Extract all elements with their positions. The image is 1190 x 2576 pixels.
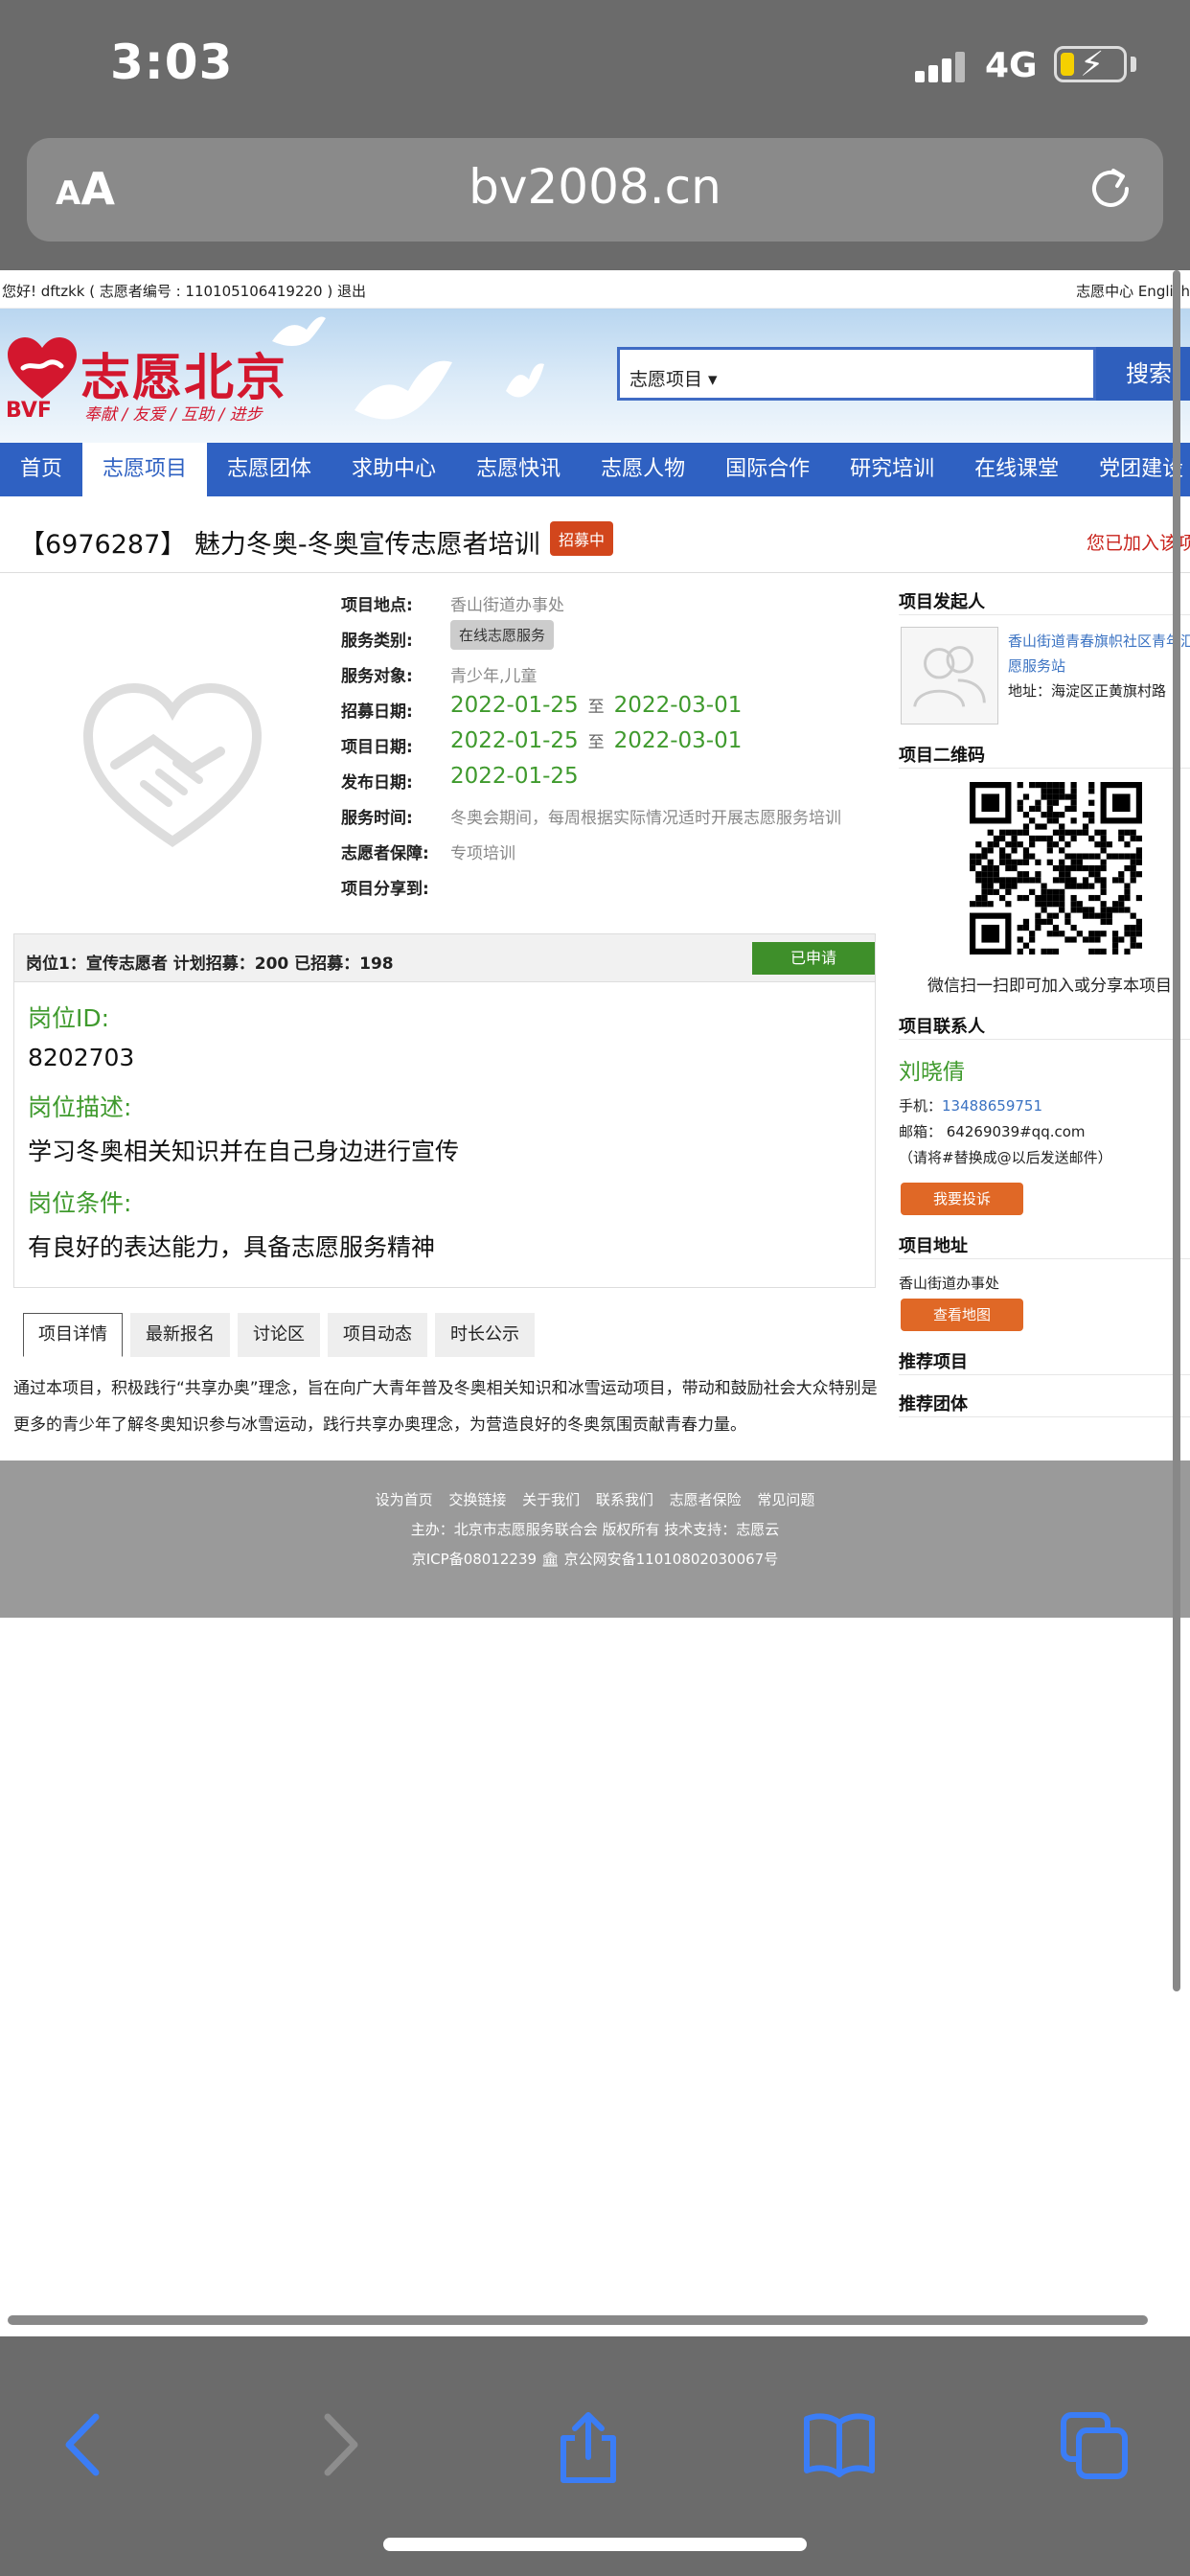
avatar [901,627,998,724]
footer-host: 主办：北京市志愿服务联合会 版权所有 技术支持：志愿云 [410,1521,780,1538]
nav-item-research[interactable]: 研究培训 [830,443,954,496]
nav-item-international[interactable]: 国际合作 [705,443,830,496]
position-id-label: 岗位ID: [28,1004,110,1032]
dove-icon [506,363,544,398]
project-description: 通过本项目，积极践行“共享办奥”理念，旨在向广大青年普及冬奥相关知识和冰雪运动项… [13,1379,878,1435]
dove-icon [272,316,326,346]
nav-item-news[interactable]: 志愿快讯 [456,443,581,496]
footer-icp: 京ICP备08012239 🏛 京公网安备11010802030067号 [411,1551,779,1568]
applied-button[interactable]: 已申请 [752,942,875,975]
tab-discussion[interactable]: 讨论区 [238,1313,320,1357]
site-logo-abbr: BVF [6,399,52,423]
status-badge: 招募中 [550,521,614,556]
position-card: 岗位1：宣传志愿者 计划招募：200 已招募：198 已申请 岗位ID: 820… [13,933,876,1288]
nav-item-help[interactable]: 求助中心 [332,443,456,496]
position-header: 岗位1：宣传志愿者 计划招募：200 已招募：198 已申请 [14,934,875,982]
recruit-dates: 2022-01-25 至 2022-03-01 [450,693,743,718]
project-info: 项目地点: 香山街道办事处 服务类别: 在线志愿服务 服务对象: 青少年,儿童 招募日… [341,583,878,902]
contact-email: 邮箱： 64269039#qq.com [899,1123,1086,1140]
email-note: （请将#替换成@以后发送邮件） [899,1149,1112,1166]
project-title-bar: 【6976287】 魅力冬奥-冬奥宣传志愿者培训 招募中 您已加入该项目 [0,506,1190,573]
tab-hours[interactable]: 时长公示 [435,1313,535,1357]
address-bar[interactable]: AA bv2008.cn [27,138,1163,242]
project-tabs: 项目详情 最新报名 讨论区 项目动态 时长公示 [23,1313,542,1357]
tab-updates[interactable]: 项目动态 [328,1313,427,1357]
url-domain[interactable]: bv2008.cn [27,159,1163,215]
forward-icon[interactable] [316,2411,364,2478]
handshake-heart-icon [82,682,263,848]
view-map-button[interactable]: 查看地图 [901,1299,1023,1331]
nav-item-online-class[interactable]: 在线课堂 [954,443,1079,496]
qr-note: 微信扫一扫即可加入或分享本项目 [927,977,1172,996]
share-label: 项目分享到: [341,880,429,899]
search-input[interactable]: 志愿项目 ▾ [617,347,1096,401]
category-tag: 在线志愿服务 [450,620,555,650]
position-req: 有良好的表达能力，具备志愿服务精神 [28,1233,436,1261]
home-indicator [383,2538,807,2551]
heart-logo-icon [8,337,77,399]
battery-tip [1131,57,1136,72]
nav-item-groups[interactable]: 志愿团体 [207,443,332,496]
volunteer-guarantee: 专项培训 [450,844,515,863]
recommend-projects-title: 推荐项目 [899,1343,1190,1375]
project-dates: 2022-01-25 至 2022-03-01 [450,728,743,753]
qr-title: 项目二维码 [899,736,1190,769]
nav-item-home[interactable]: 首页 [0,443,82,496]
contact-phone: 手机：13488659751 [899,1097,1042,1115]
sidebar: 项目发起人 香山街道青春旗帜社区青年汇志愿服务站 地址：海淀区正黄旗村路 项目二… [899,583,1190,1417]
network-type: 4G [985,46,1038,85]
tab-latest-signup[interactable]: 最新报名 [130,1313,230,1357]
org-name-link[interactable]: 香山街道青春旗帜社区青年汇志愿服务站 [1008,629,1190,678]
tabs-icon[interactable] [1060,2411,1129,2480]
contact-title: 项目联系人 [899,1007,1190,1040]
site-footer: 设为首页 交换链接 关于我们 联系我们 志愿者保险 常见问题 主办：北京市志愿服… [0,1460,1190,1618]
search-category-select[interactable]: 志愿项目 ▾ [629,365,718,391]
site-header: 志愿北京 BVF 奉献 / 友爱 / 互助 / 进步 志愿项目 ▾ 搜索 [0,309,1190,443]
screen: 3:03 4G ⚡ AA bv2008.cn 您好! dftzkk ( 志愿者编… [0,0,1190,2576]
nav-item-people[interactable]: 志愿人物 [581,443,705,496]
nav-item-projects[interactable]: 志愿项目 [82,443,208,496]
share-icon[interactable] [558,2411,619,2484]
org-address: 地址：海淀区正黄旗村路 [1008,682,1167,700]
battery-icon: ⚡ [1054,45,1127,84]
position-id: 8202703 [28,1044,135,1071]
main-nav: 首页 志愿项目 志愿团体 求助中心 志愿快讯 志愿人物 国际合作 研究培训 在线课堂 党团建设 [0,443,1190,496]
signal-icon [915,50,965,82]
footer-links[interactable]: 设为首页 交换链接 关于我们 联系我们 志愿者保险 常见问题 [0,1489,1190,1509]
clock: 3:03 [110,34,234,90]
bookmarks-icon[interactable] [803,2411,876,2478]
site-slogan: 奉献 / 友爱 / 互助 / 进步 [84,405,263,425]
horizontal-scrollbar[interactable] [8,2315,1148,2325]
project-location: 香山街道办事处 [450,596,564,615]
vertical-scrollbar[interactable] [1173,270,1180,1991]
qr-code-icon [970,782,1142,954]
complain-button[interactable]: 我要投诉 [901,1183,1023,1215]
contact-name: 刘晓倩 [899,1060,965,1085]
publish-date: 2022-01-25 [450,764,579,789]
position-desc-label: 岗位描述: [28,1093,132,1121]
blank-area [0,1618,1190,2336]
initiator-title: 项目发起人 [899,583,1190,615]
web-content: 您好! dftzkk ( 志愿者编号 : 110105106419220 ) 退… [0,270,1190,1618]
position-req-label: 岗位条件: [28,1189,132,1217]
site-logo-text[interactable]: 志愿北京 [80,337,287,409]
address-title: 项目地址 [899,1227,1190,1259]
project-title: 【6976287】 魅力冬奥-冬奥宣传志愿者培训 [19,530,540,560]
project-address: 香山街道办事处 [899,1275,1000,1292]
initiator-org: 香山街道青春旗帜社区青年汇志愿服务站 地址：海淀区正黄旗村路 [899,615,1190,724]
back-icon[interactable] [59,2411,107,2478]
user-greeting[interactable]: 您好! dftzkk ( 志愿者编号 : 110105106419220 ) 退… [2,281,366,301]
position-desc: 学习冬奥相关知识并在自己身边进行宣传 [28,1138,460,1165]
service-time: 冬奥会期间，每周根据实际情况适时开展志愿服务培训 [450,809,841,828]
reload-icon[interactable] [1085,163,1136,215]
tab-details[interactable]: 项目详情 [23,1313,123,1357]
service-target: 青少年,儿童 [450,667,538,686]
user-topbar: 您好! dftzkk ( 志愿者编号 : 110105106419220 ) 退… [0,270,1190,309]
status-bar: 3:03 4G ⚡ [0,0,1190,125]
recommend-groups-title: 推荐团体 [899,1385,1190,1417]
dove-icon [355,360,452,420]
